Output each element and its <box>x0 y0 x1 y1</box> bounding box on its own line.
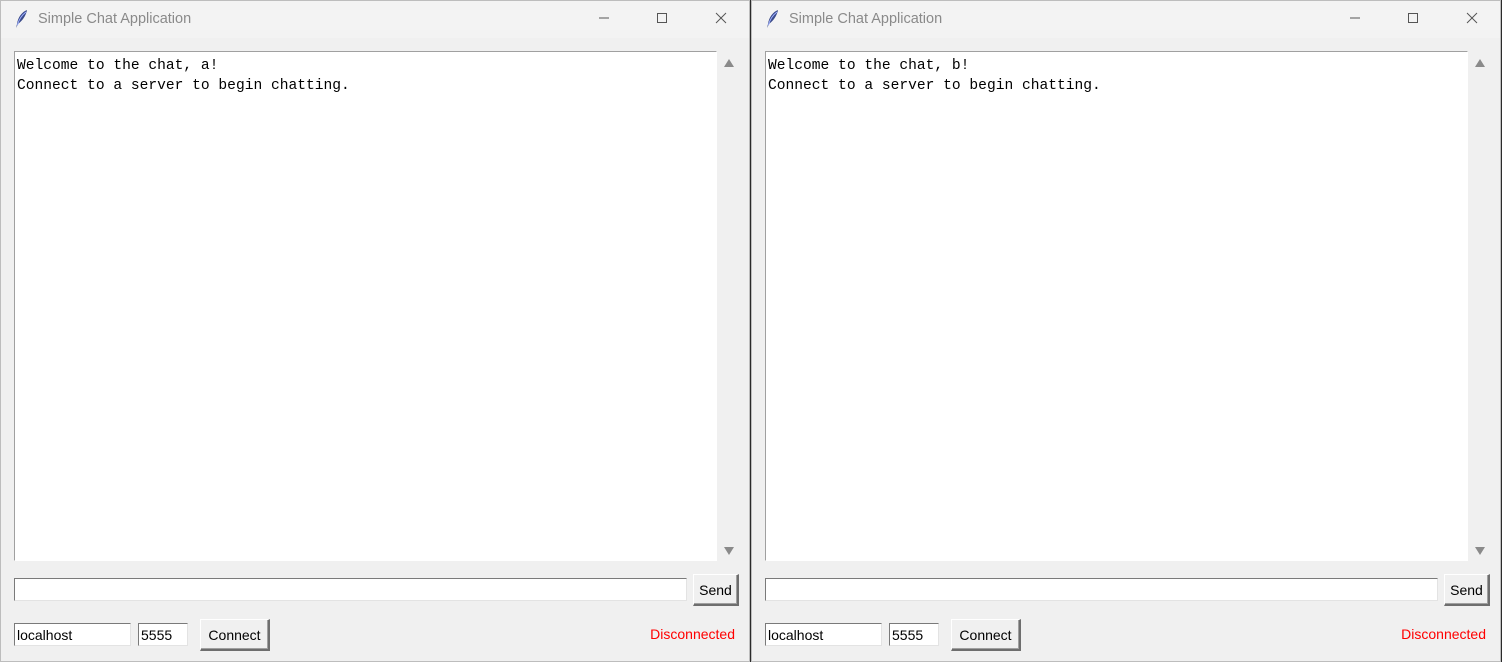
connection-status: Disconnected <box>1401 626 1486 642</box>
close-button[interactable] <box>1449 1 1495 38</box>
maximize-button[interactable] <box>1390 1 1436 38</box>
arrow-down-icon <box>1475 542 1485 560</box>
port-input[interactable] <box>889 623 939 646</box>
title-bar[interactable]: Simple Chat Application <box>752 1 1500 38</box>
connect-button[interactable]: Connect <box>951 619 1021 651</box>
send-button[interactable]: Send <box>693 574 739 606</box>
close-button[interactable] <box>698 1 744 38</box>
port-input[interactable] <box>138 623 188 646</box>
arrow-up-icon <box>1475 54 1485 72</box>
maximize-button[interactable] <box>639 1 685 38</box>
minimize-button[interactable] <box>581 1 627 38</box>
host-input[interactable] <box>765 623 882 646</box>
minimize-button[interactable] <box>1332 1 1378 38</box>
chat-window-a: Simple Chat Application Welcome to the c… <box>0 0 750 662</box>
feather-icon <box>764 9 782 29</box>
message-input[interactable] <box>765 578 1438 601</box>
feather-icon <box>13 9 31 29</box>
close-icon <box>715 11 727 29</box>
scroll-up-button[interactable] <box>719 53 739 73</box>
host-input[interactable] <box>14 623 131 646</box>
arrow-up-icon <box>724 54 734 72</box>
chat-log[interactable]: Welcome to the chat, b! Connect to a ser… <box>765 51 1468 561</box>
connection-status: Disconnected <box>650 626 735 642</box>
scroll-down-button[interactable] <box>719 541 739 561</box>
message-input[interactable] <box>14 578 687 601</box>
close-icon <box>1466 11 1478 29</box>
arrow-down-icon <box>724 542 734 560</box>
title-bar[interactable]: Simple Chat Application <box>1 1 749 38</box>
connect-button[interactable]: Connect <box>200 619 270 651</box>
chat-scrollbar[interactable] <box>719 51 739 561</box>
minimize-icon <box>598 11 610 29</box>
scroll-down-button[interactable] <box>1470 541 1490 561</box>
minimize-icon <box>1349 11 1361 29</box>
maximize-icon <box>1407 11 1419 29</box>
chat-window-b: Simple Chat Application Welcome to the c… <box>751 0 1501 662</box>
window-title: Simple Chat Application <box>38 11 192 27</box>
maximize-icon <box>656 11 668 29</box>
scroll-up-button[interactable] <box>1470 53 1490 73</box>
chat-log[interactable]: Welcome to the chat, a! Connect to a ser… <box>14 51 717 561</box>
send-button[interactable]: Send <box>1444 574 1490 606</box>
chat-scrollbar[interactable] <box>1470 51 1490 561</box>
window-title: Simple Chat Application <box>789 11 943 27</box>
